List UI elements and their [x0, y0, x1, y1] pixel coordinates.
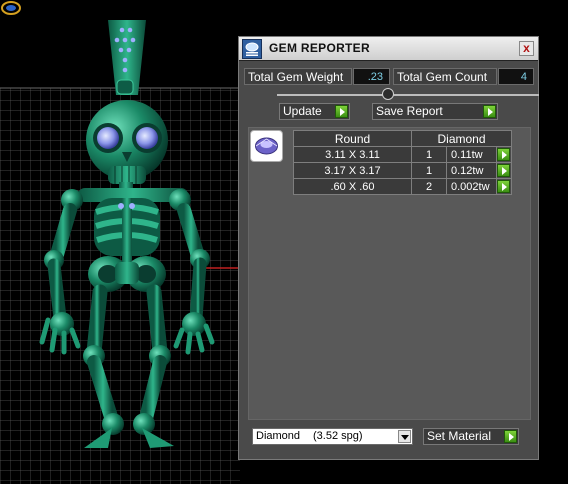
gem-quantity: 1 — [411, 146, 447, 163]
gem-quantity: 2 — [411, 178, 447, 195]
material-name: Diamond — [256, 430, 301, 442]
green-arrow-icon — [483, 105, 496, 118]
gem-reporter-icon — [242, 39, 262, 59]
gem-weight: 0.12tw — [446, 162, 497, 179]
gem-size: 3.11 X 3.11 — [293, 146, 412, 163]
navigation-gizmo-icon[interactable] — [0, 0, 22, 16]
total-gem-count-value: 4 — [498, 68, 534, 85]
row-select-button[interactable] — [496, 178, 512, 195]
save-report-label: Save Report — [376, 104, 443, 118]
gem-table: Round Diamond 3.11 X 3.11 1 0.11tw 3.17 … — [293, 130, 512, 195]
table-header-row: Round Diamond — [293, 130, 512, 147]
row-select-button[interactable] — [496, 146, 512, 163]
close-button[interactable]: x — [519, 41, 534, 56]
round-gem-icon[interactable] — [250, 130, 283, 162]
green-arrow-icon — [497, 180, 510, 193]
set-material-label: Set Material — [427, 429, 492, 443]
green-arrow-icon — [497, 148, 510, 161]
close-icon: x — [523, 41, 530, 55]
gem-size: 3.17 X 3.17 — [293, 162, 412, 179]
total-gem-count-label: Total Gem Count — [393, 68, 497, 85]
green-arrow-icon — [497, 164, 510, 177]
material-dropdown[interactable]: Diamond (3.52 spg) — [252, 428, 413, 445]
table-row[interactable]: .60 X .60 2 0.002tw — [293, 178, 512, 195]
set-material-button[interactable]: Set Material — [423, 428, 519, 445]
row-select-button[interactable] — [496, 162, 512, 179]
update-button[interactable]: Update — [279, 103, 350, 120]
total-gem-weight-value: .23 — [353, 68, 390, 85]
gem-weight: 0.11tw — [446, 146, 497, 163]
green-arrow-icon — [504, 430, 517, 443]
table-row[interactable]: 3.11 X 3.11 1 0.11tw — [293, 146, 512, 163]
update-label: Update — [283, 104, 322, 118]
gem-size: .60 X .60 — [293, 178, 412, 195]
chevron-down-icon[interactable] — [398, 430, 411, 443]
material-specific-gravity: (3.52 spg) — [313, 430, 363, 442]
total-gem-weight-label: Total Gem Weight — [244, 68, 352, 85]
panel-title: GEM REPORTER — [269, 41, 370, 55]
title-bar[interactable]: GEM REPORTER x — [239, 37, 538, 61]
column-header-material: Diamond — [411, 130, 512, 147]
slider-handle[interactable] — [382, 88, 394, 100]
gem-quantity: 1 — [411, 162, 447, 179]
green-arrow-icon — [335, 105, 348, 118]
column-header-shape: Round — [293, 130, 412, 147]
table-row[interactable]: 3.17 X 3.17 1 0.12tw — [293, 162, 512, 179]
gem-weight: 0.002tw — [446, 178, 497, 195]
gem-reporter-panel: GEM REPORTER x Total Gem Weight .23 Tota… — [238, 36, 539, 460]
slider-track[interactable] — [277, 94, 539, 96]
gem-list-area: Round Diamond 3.11 X 3.11 1 0.11tw 3.17 … — [248, 127, 531, 420]
save-report-button[interactable]: Save Report — [372, 103, 498, 120]
